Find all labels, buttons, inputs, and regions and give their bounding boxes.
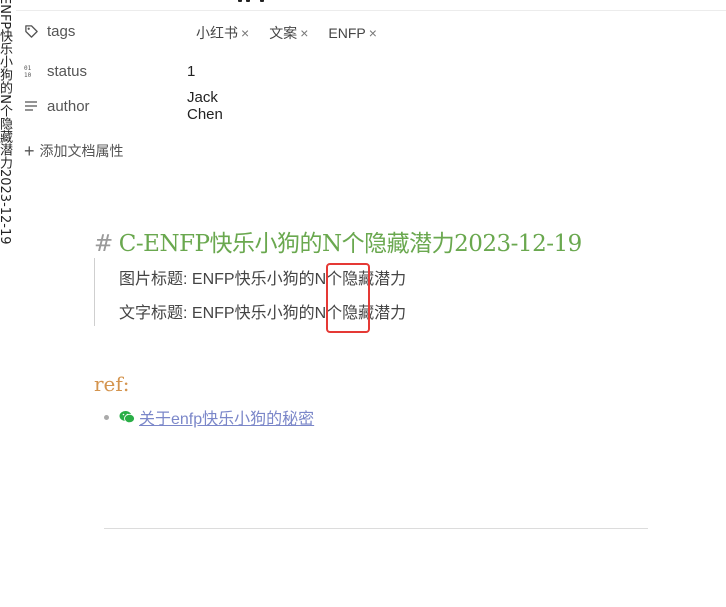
tags-list: 小红书 × 文案 × ENFP ×	[196, 21, 399, 45]
ref-label: ref:	[94, 372, 130, 396]
heading-hash: #	[94, 231, 113, 257]
property-key-status[interactable]: status	[47, 63, 187, 80]
remove-tag-icon[interactable]: ×	[369, 25, 377, 41]
ref-link[interactable]: 关于enfp快乐小狗的秘密	[139, 405, 314, 429]
tag-icon	[22, 22, 40, 40]
divider	[104, 528, 648, 529]
property-value-author[interactable]: Jack Chen	[187, 89, 223, 123]
blockquote[interactable]: 图片标题: ENFP快乐小狗的N个隐藏潜力 文字标题: ENFP快乐小狗的N个隐…	[94, 258, 515, 326]
text-lines-icon	[22, 97, 40, 115]
top-divider	[16, 10, 726, 11]
highlight-annotation-box	[326, 263, 370, 333]
plus-icon: +	[24, 141, 35, 161]
wechat-icon	[119, 411, 135, 424]
property-row-author: author Jack Chen	[22, 89, 223, 123]
ref-list-item: 关于enfp快乐小狗的秘密	[104, 405, 314, 429]
svg-text:01: 01	[24, 65, 32, 72]
property-row-tags: tags	[22, 19, 187, 43]
document-heading[interactable]: # C-ENFP快乐小狗的N个隐藏潜力2023-12-19	[94, 224, 582, 258]
add-property-button[interactable]: + 添加文档属性	[24, 140, 124, 162]
property-value-status[interactable]: 1	[187, 59, 195, 83]
tag-chip[interactable]: ENFP ×	[328, 25, 377, 41]
property-key-tags[interactable]: tags	[47, 23, 187, 40]
tag-chip[interactable]: 文案 ×	[269, 23, 308, 43]
remove-tag-icon[interactable]: ×	[241, 25, 249, 41]
document-vertical-title: ENFP快乐小狗的N个隐藏潜力2023-12-19	[0, 0, 12, 245]
property-key-author[interactable]: author	[47, 98, 187, 115]
toolbar-marks	[238, 0, 278, 4]
svg-text:10: 10	[24, 72, 32, 78]
number-icon: 01 10	[22, 62, 40, 80]
tag-chip[interactable]: 小红书 ×	[196, 23, 249, 43]
remove-tag-icon[interactable]: ×	[300, 25, 308, 41]
bullet-dot	[104, 414, 109, 420]
property-row-status: 01 10 status 1	[22, 59, 195, 83]
